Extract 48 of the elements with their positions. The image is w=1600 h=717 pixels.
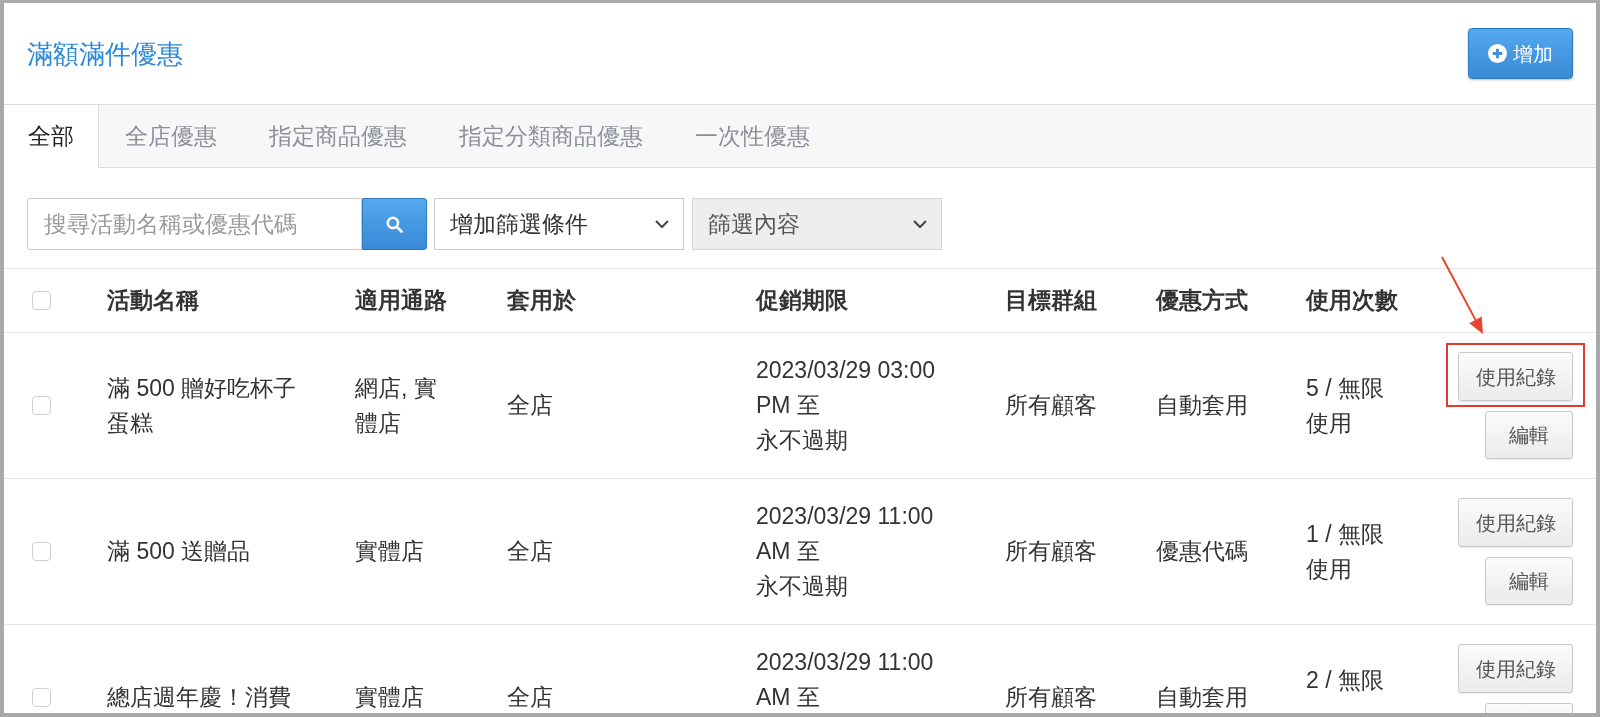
column-header: 目標群組 [1005,287,1097,313]
filter-dropdown[interactable]: 增加篩選條件 [434,198,684,250]
scope-text: 全店 [507,537,553,566]
search-icon [386,215,403,233]
row-checkbox[interactable] [32,396,51,415]
column-header: 適用通路 [355,287,447,313]
column-header: 活動名稱 [107,287,199,313]
row-checkbox[interactable] [32,688,51,707]
usage-count: 1 / 無限使用 [1306,519,1385,584]
usage-count: 5 / 無限使用 [1306,373,1385,438]
edit-button[interactable]: 編輯 [1485,557,1573,605]
plus-circle-icon [1488,44,1507,63]
row-checkbox[interactable] [32,542,51,561]
edit-button[interactable]: 編輯 [1485,411,1573,459]
chevron-down-icon [655,219,669,229]
scope-text: 全店 [507,391,553,420]
discount-method: 優惠代碼 [1156,537,1248,566]
usage-count: 2 / 無限 [1306,665,1384,695]
column-header: 使用次數 [1306,287,1398,313]
channel-text: 實體店 [355,683,424,712]
search-button[interactable] [362,198,427,250]
channel-text: 實體店 [355,537,424,566]
column-header: 套用於 [507,287,576,313]
period-start: 2023/03/29 11:00 AM 至 [756,502,935,566]
target-group: 所有顧客 [1005,534,1097,569]
discount-method: 自動套用 [1156,683,1248,712]
tab[interactable]: 全部 [4,105,99,168]
period-end: 永不過期 [756,426,848,455]
column-header: 優惠方式 [1156,287,1248,313]
target-group: 所有顧客 [1005,388,1097,423]
search-field[interactable]: 搜尋活動名稱或優惠代碼 [27,198,362,250]
target-group: 所有顧客 [1005,680,1097,713]
campaign-name: 滿 500 送贈品 [107,537,251,566]
column-header: 促銷期限 [756,287,848,313]
campaign-name: 總店週年慶！消費 [107,683,291,712]
campaign-name: 滿 500 贈好吃杯子蛋糕 [107,373,298,438]
period-start: 2023/03/29 03:00 PM 至 [756,356,937,420]
usage-log-button[interactable]: 使用紀錄 [1458,352,1573,401]
usage-log-button[interactable]: 使用紀錄 [1458,644,1573,693]
select-all-checkbox[interactable] [32,291,51,310]
period-end: 永不過期 [756,572,848,601]
scope-text: 全店 [507,683,553,712]
usage-log-button[interactable]: 使用紀錄 [1458,498,1573,547]
period-start: 2023/03/29 11:00 AM 至 [756,648,935,712]
page-title: 滿額滿件優惠 [27,37,183,71]
chevron-down-icon [913,219,927,229]
channel-text: 網店, 實體店 [355,373,438,438]
discount-method: 自動套用 [1156,391,1248,420]
